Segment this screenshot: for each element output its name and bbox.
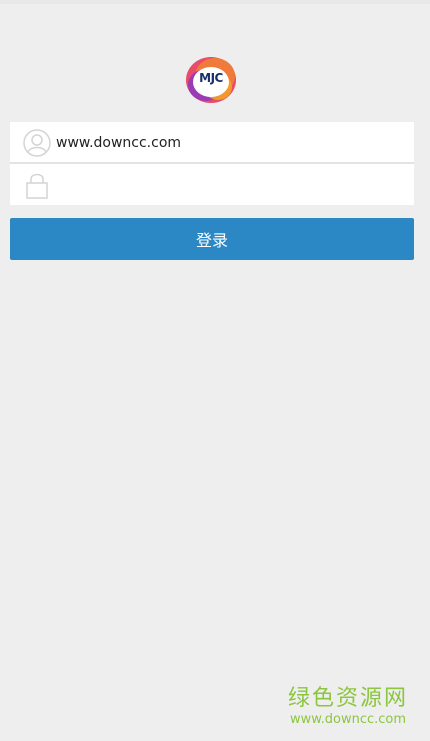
watermark: 绿色资源网 www.downcc.com — [288, 686, 408, 728]
watermark-title: 绿色资源网 — [287, 686, 408, 711]
username-field[interactable] — [10, 122, 414, 163]
logo-text: MJC — [199, 71, 223, 85]
user-icon — [23, 129, 51, 157]
password-input[interactable] — [56, 164, 406, 205]
username-input[interactable] — [56, 122, 406, 163]
watermark-url: www.downcc.com — [289, 712, 407, 727]
lock-icon — [26, 173, 48, 199]
login-button[interactable]: 登录 — [10, 218, 414, 260]
app-logo: MJC — [184, 55, 238, 105]
status-bar — [0, 0, 430, 4]
password-field[interactable] — [10, 164, 414, 205]
